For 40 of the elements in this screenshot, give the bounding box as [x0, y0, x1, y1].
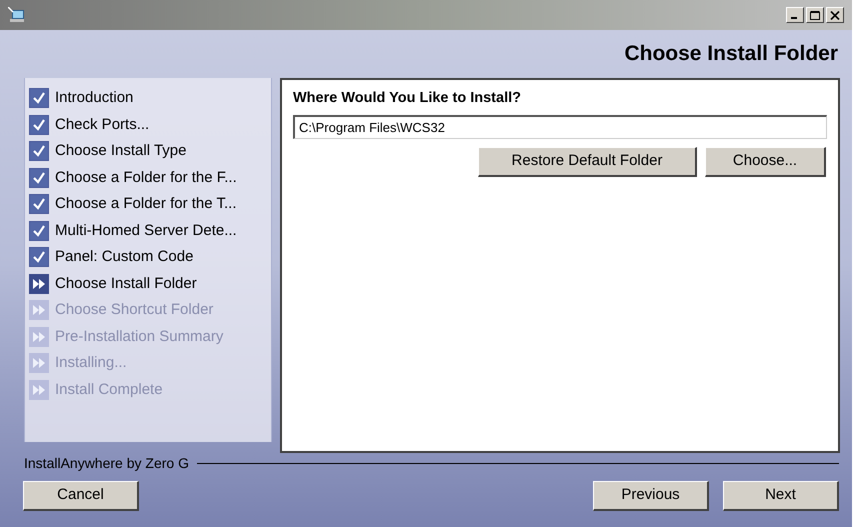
page-title: Choose Install Folder — [624, 41, 838, 68]
folder-field[interactable]: C:\Program Files\WCS32 — [293, 114, 827, 139]
step-label: Introduction — [55, 88, 134, 108]
step-label: Multi-Homed Server Dete... — [55, 220, 237, 240]
maximize-icon — [810, 10, 820, 20]
checkbox-icon — [29, 247, 49, 268]
step-label: Panel: Custom Code — [55, 247, 194, 267]
choose-button[interactable]: Choose... — [705, 146, 826, 177]
step-label: Install Complete — [55, 380, 163, 400]
checkbox-icon — [29, 220, 49, 241]
brand-label: InstallAnywhere by Zero G — [24, 454, 189, 473]
close-icon — [830, 10, 840, 20]
step-label: Choose a Folder for the T... — [55, 194, 236, 214]
minimize-button[interactable] — [786, 7, 804, 23]
checkbox-icon — [29, 141, 49, 162]
maximize-button[interactable] — [806, 7, 824, 23]
checkbox-icon — [29, 168, 49, 188]
close-button[interactable] — [826, 7, 844, 23]
checkbox-icon — [29, 88, 49, 108]
step-label: Choose Install Type — [55, 141, 186, 161]
step-label: Installing... — [55, 353, 127, 373]
checkbox-icon — [29, 194, 49, 214]
cancel-button[interactable]: Cancel — [23, 481, 139, 511]
step-label: Choose Shortcut Folder — [55, 300, 214, 320]
minimize-icon — [790, 17, 796, 19]
fast-forward-icon — [29, 326, 49, 347]
next-button[interactable]: Next — [723, 481, 839, 511]
step-label: Pre-Installation Summary — [55, 326, 224, 346]
previous-button[interactable]: Previous — [593, 481, 709, 511]
step-label: Choose a Folder for the F... — [55, 168, 237, 188]
computer-icon — [8, 7, 26, 23]
fast-forward-icon — [29, 300, 49, 320]
fast-forward-icon — [29, 274, 49, 294]
section-heading: Where Would You Like to Install? — [293, 89, 522, 108]
fast-forward-icon — [29, 353, 49, 374]
restore-default-button[interactable]: Restore Default Folder — [478, 146, 697, 177]
checkbox-icon — [29, 114, 49, 135]
step-label: Choose Install Folder — [55, 274, 197, 294]
step-label: Check Ports... — [55, 114, 150, 134]
fast-forward-icon — [29, 380, 49, 400]
